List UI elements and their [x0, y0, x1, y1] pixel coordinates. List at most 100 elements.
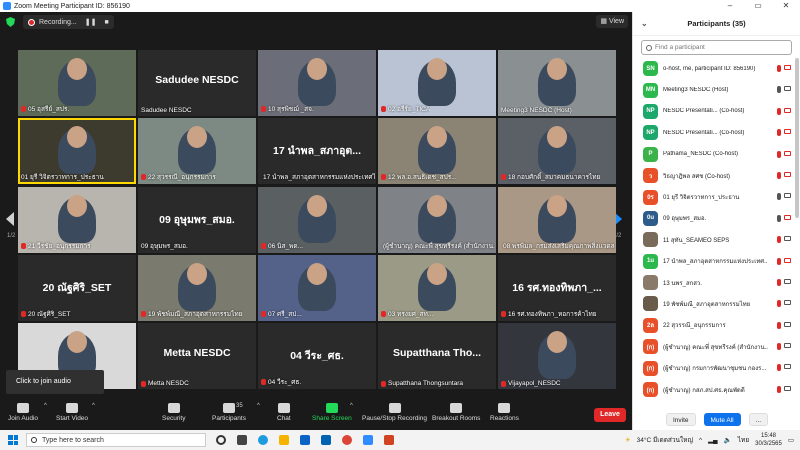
participant-video-tile[interactable]: 05 อุสรีย์_สปร.: [18, 50, 136, 116]
participant-video-tile[interactable]: Supatthana Tho... Supatthana Thongsuntara: [378, 323, 496, 389]
volume-icon[interactable]: 🔈: [724, 436, 732, 444]
participant-tile-label: Supatthana Thongsuntara: [381, 380, 463, 387]
taskbar-search-input[interactable]: Type here to search: [26, 433, 206, 447]
participant-list-item[interactable]: ว วิธญาฎิพล สศช (Co-host): [633, 165, 793, 186]
participant-list-item[interactable]: 0u 09 อุษุมพร_สมอ.: [633, 208, 793, 229]
participant-video-tile[interactable]: 10 สุรพิชฌ์ _สจ.: [258, 50, 376, 116]
minimize-button[interactable]: –: [716, 0, 744, 12]
file-explorer-icon[interactable]: [279, 435, 289, 445]
participant-list-item[interactable]: 19 พัชพ์มณี_สภาอุตสาหกรรมไทย: [633, 293, 793, 314]
participant-list-item[interactable]: MN Meeting3 NESDC (Host): [633, 79, 793, 100]
chevron-down-icon[interactable]: ⌄: [641, 12, 648, 36]
windows-start-icon[interactable]: [8, 435, 18, 445]
participant-name: 22 สุวรรณี_อนุกรรมการ: [663, 323, 726, 330]
task-view-icon[interactable]: [216, 435, 226, 445]
video-options-caret-icon[interactable]: ^: [92, 403, 95, 409]
participant-video-tile[interactable]: (ผู้ชำนาญ) คณะพี่ สุขทรีรงค์ (สำนักงาน..…: [378, 187, 496, 253]
participant-name: o-host, me, participant ID: 856190): [663, 65, 756, 72]
participant-list-item[interactable]: 11 สุทัน_SEAMEO SEPS: [633, 229, 793, 250]
participant-list-item[interactable]: (ก) (ผู้ชำนาญ) กสภ.สป.ศธ.คุณพัดดี: [633, 379, 793, 400]
more-options-button[interactable]: ...: [748, 412, 769, 426]
clock[interactable]: 15:48 30/3/2565: [755, 432, 782, 448]
participant-video-tile[interactable]: 16 รศ.ทองทิพภา_... 16 รศ.ทองทิพภา_หอการค้…: [498, 255, 616, 321]
powerpoint-icon[interactable]: [384, 435, 394, 445]
participant-list-item[interactable]: 1u 17 นำพล_สภาอุตสาหกรรมแห่งประเทศ...: [633, 251, 793, 272]
pause-recording-icon[interactable]: ❚❚: [85, 18, 97, 26]
participant-list-item[interactable]: 0ร 01 ยุรี วิจิตรวาทการ_ประธาน: [633, 186, 793, 207]
participant-status-icons: [777, 385, 791, 393]
search-icon: [646, 44, 652, 51]
security-button[interactable]: Security: [162, 403, 185, 422]
page-indicator-left: 1/2: [7, 233, 16, 239]
share-options-caret-icon[interactable]: ^: [350, 403, 353, 409]
participant-video-tile[interactable]: Metta NESDC Metta NESDC: [138, 323, 256, 389]
participant-list-item[interactable]: 13 นพร_สกสว.: [633, 272, 793, 293]
participant-video-tile[interactable]: 22 สุวรรณี_อนุกรรมการ: [138, 118, 256, 184]
pause-recording-button[interactable]: Pause/Stop Recording: [362, 403, 427, 422]
participant-video-tile[interactable]: 19 พัชพ์มณี_สภาอุตสาหกรรมไทย: [138, 255, 256, 321]
participant-status-icons: [777, 171, 791, 179]
participants-options-caret-icon[interactable]: ^: [257, 403, 260, 409]
participant-video-tile[interactable]: 20 ณัฐศิริ_SET 20 ณัฐศิริ_SET: [18, 255, 136, 321]
participant-video-tile[interactable]: 17 นำพล_สภาอุต... 17 นำพล_สภาอุตสาหกรรมแห…: [258, 118, 376, 184]
participant-list-item[interactable]: 2ล 22 สุวรรณี_อนุกรรมการ: [633, 315, 793, 336]
participant-list-item[interactable]: SN o-host, me, participant ID: 856190): [633, 58, 793, 79]
participant-tile-name: 17 นำพล_สภาอุตสาหกรรมแห่งประเทศไทย: [263, 174, 375, 181]
previous-page-arrow-icon[interactable]: [6, 212, 14, 226]
avatar: SN: [643, 61, 658, 77]
participant-face: [307, 58, 327, 80]
close-button[interactable]: ✕: [772, 0, 800, 12]
audio-options-caret-icon[interactable]: ^: [44, 403, 47, 409]
participant-list-item[interactable]: (ก) (ผู้ชำนาญ) คณะพี่ สุขทรีรงค์ (สำนักงา…: [633, 336, 793, 357]
taskbar-apps: [216, 435, 394, 445]
participant-video-tile[interactable]: 03 ทรงยศ_สท...: [378, 255, 496, 321]
reactions-button[interactable]: Reactions: [490, 403, 519, 422]
participant-list-item[interactable]: (ก) (ผู้ชำนาญ) กรมการพัฒนาชุมชน กองร...: [633, 357, 793, 378]
participant-video-tile[interactable]: Sadudee NESDC Sadudee NESDC: [138, 50, 256, 116]
participant-video-tile[interactable]: 21 วีรชัย_อนุกรรมการ: [18, 187, 136, 253]
participant-video-tile[interactable]: Vijayapol_NESDC: [498, 323, 616, 389]
network-icon[interactable]: ▂▄: [708, 436, 718, 444]
invite-button[interactable]: Invite: [665, 412, 696, 426]
store-icon[interactable]: [321, 435, 331, 445]
participant-video-tile[interactable]: 09 อุษุมพร_สมอ. 09 อุษุมพร_สมอ.: [138, 187, 256, 253]
security-shield-icon[interactable]: [6, 17, 15, 27]
chrome-icon[interactable]: [342, 435, 352, 445]
maximize-button[interactable]: ▭: [744, 0, 772, 12]
mute-all-button[interactable]: Mute All: [703, 412, 741, 426]
participant-video-tile[interactable]: 18 กอบศักดิ์_สมาคมธนาคารไทย: [498, 118, 616, 184]
weather-text[interactable]: 34°C มีเดดส่วนใหญ่: [637, 435, 693, 445]
participant-tile-label: Sadudee NESDC: [141, 107, 192, 114]
participant-list-scrollbar[interactable]: [795, 58, 799, 218]
notifications-icon[interactable]: ▭: [788, 436, 794, 444]
participant-list-item[interactable]: NP NESDC Presentati... (Co-host): [633, 101, 793, 122]
participant-video-tile[interactable]: 02 อรีรัย_TICA: [378, 50, 496, 116]
participant-list-item[interactable]: NP NESDC Presentati... (Co-host): [633, 122, 793, 143]
breakout-rooms-button[interactable]: Breakout Rooms: [432, 403, 480, 422]
leave-button[interactable]: Leave: [594, 408, 626, 422]
participant-tile-name: 05 อุสรีย์_สปร.: [28, 106, 70, 113]
chat-button[interactable]: Chat: [277, 403, 291, 422]
share-screen-button[interactable]: Share Screen: [312, 403, 352, 422]
zoom-app-icon[interactable]: [363, 435, 373, 445]
participant-search-input[interactable]: Find a participant: [641, 40, 792, 55]
start-video-button[interactable]: Start Video: [56, 403, 88, 422]
widgets-icon[interactable]: [237, 435, 247, 445]
participant-video-tile[interactable]: 07 ศรี_สป...: [258, 255, 376, 321]
participant-tile-name: 20 ณัฐศิริ_SET: [28, 311, 71, 318]
participant-video-tile[interactable]: 12 พล.อ.สนธิเดช_สปร...: [378, 118, 496, 184]
join-audio-button[interactable]: Join Audio: [8, 403, 38, 422]
participant-video-tile[interactable]: 04 วีระ_ศธ. 04 วีระ_ศธ.: [258, 323, 376, 389]
stop-recording-icon[interactable]: ■: [104, 19, 108, 26]
view-button[interactable]: ▦ View: [596, 15, 628, 28]
input-language[interactable]: ไทย: [738, 435, 749, 445]
participant-video-tile[interactable]: 06 นิส_พด...: [258, 187, 376, 253]
participant-video-tile[interactable]: Meeting3 NESDC (Host): [498, 50, 616, 116]
participant-video-tile[interactable]: 01 ยุรี วิจิตรวาทการ_ประธาน: [18, 118, 136, 184]
mail-icon[interactable]: [300, 435, 310, 445]
tray-overflow-icon[interactable]: ^: [699, 437, 702, 444]
participant-list-item[interactable]: P Pathama_NESDC (Co-host): [633, 144, 793, 165]
edge-browser-icon[interactable]: [258, 435, 268, 445]
participant-video-tile[interactable]: 08 พรพิมล_กรมส่งเสริมคุณภาพสิ่งแวดล...: [498, 187, 616, 253]
participant-name: NESDC Presentati... (Co-host): [663, 129, 745, 136]
